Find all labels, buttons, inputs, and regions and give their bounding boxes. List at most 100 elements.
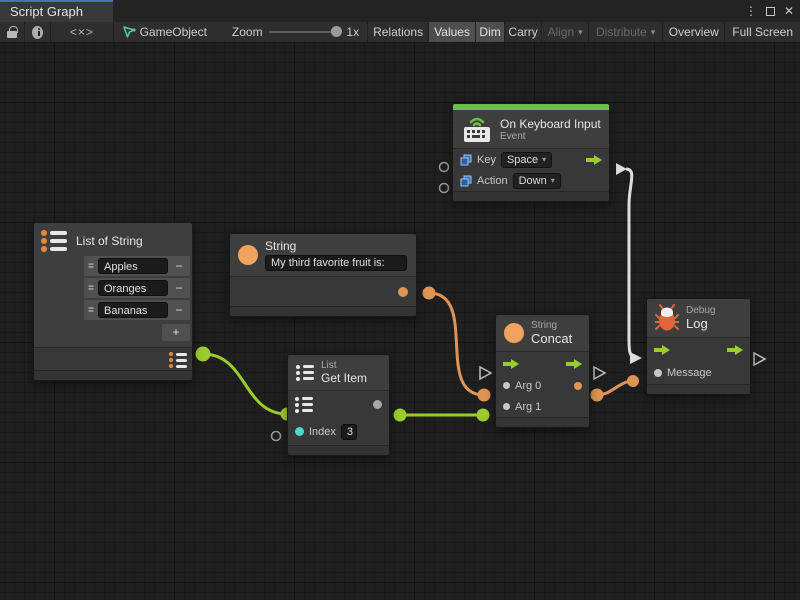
- remove-item-button[interactable]: −: [168, 259, 190, 273]
- node-header: Debug Log: [647, 299, 750, 337]
- list-item-field[interactable]: Oranges: [98, 280, 168, 296]
- relations-label: Relations: [373, 25, 423, 39]
- message-input-port[interactable]: [654, 369, 662, 377]
- node-concat[interactable]: String Concat Arg 0: [495, 314, 590, 428]
- tab-script-graph[interactable]: Script Graph: [0, 0, 113, 22]
- list-input-port[interactable]: [295, 397, 313, 413]
- overview-label: Overview: [669, 25, 719, 39]
- wire-keyboard-to-log[interactable]: [626, 169, 637, 358]
- flow-arrowhead: [616, 163, 627, 175]
- close-icon[interactable]: ✕: [784, 0, 794, 22]
- remove-item-button[interactable]: −: [168, 303, 190, 317]
- list-item-field[interactable]: Apples: [98, 258, 168, 274]
- node-ports: Key Space ▾ Action: [453, 148, 609, 191]
- list-output-port[interactable]: [169, 352, 187, 368]
- index-value-field[interactable]: 3: [341, 424, 357, 440]
- code-view-button[interactable]: <×>: [51, 22, 113, 42]
- node-string-literal[interactable]: String My third favorite fruit is:: [229, 233, 417, 317]
- arg0-input-port[interactable]: [503, 382, 510, 389]
- unconnected-flow-log-out[interactable]: [754, 353, 765, 365]
- flow-output-arrow-icon[interactable]: [566, 359, 582, 369]
- key-dropdown[interactable]: Space ▾: [501, 152, 552, 168]
- unconnected-port-action[interactable]: [440, 184, 449, 193]
- flow-output-arrow-icon[interactable]: [727, 345, 743, 355]
- node-subtitle: Event: [500, 131, 601, 142]
- fullscreen-button[interactable]: Full Screen: [725, 22, 800, 42]
- dropdown-arrow-icon: ▾: [651, 27, 656, 38]
- port-row-message: Message: [647, 361, 750, 384]
- flow-input-arrow-icon[interactable]: [654, 345, 670, 355]
- port-row-flow: [647, 338, 750, 361]
- string-output-port[interactable]: [398, 287, 408, 297]
- zoom-slider[interactable]: [269, 31, 341, 33]
- list-icon: [296, 365, 314, 381]
- info-button[interactable]: [25, 22, 51, 42]
- node-debug-log[interactable]: Debug Log Message: [646, 298, 751, 395]
- list-item: = Apples −: [84, 256, 190, 276]
- drag-handle-icon[interactable]: =: [84, 283, 98, 294]
- overview-button[interactable]: Overview: [663, 22, 725, 42]
- zoom-control: Zoom 1x: [228, 22, 368, 42]
- relations-button[interactable]: Relations: [368, 22, 429, 42]
- node-ports: Message: [647, 337, 750, 384]
- keycode-type-icon: [460, 154, 472, 166]
- wire-list-to-getitem[interactable]: [203, 354, 287, 414]
- carry-label: Carry: [508, 25, 537, 39]
- item-output-port[interactable]: [373, 400, 382, 409]
- drag-handle-icon[interactable]: =: [84, 261, 98, 272]
- values-button[interactable]: Values: [429, 22, 476, 42]
- action-dropdown-value: Down: [519, 175, 547, 187]
- align-label: Align: [547, 25, 574, 39]
- node-footer: [453, 191, 609, 201]
- index-input-port[interactable]: [295, 427, 304, 436]
- remove-item-button[interactable]: −: [168, 281, 190, 295]
- keyboard-icon: [461, 114, 493, 144]
- lock-button[interactable]: [0, 22, 25, 42]
- node-get-item[interactable]: List Get Item Index 3: [287, 354, 390, 456]
- gameobject-selector[interactable]: GameObject: [114, 22, 228, 42]
- distribute-button[interactable]: Distribute▾: [589, 22, 663, 42]
- node-category: Debug: [686, 305, 715, 316]
- list-item-field[interactable]: Bananas: [98, 302, 168, 318]
- port-row-arg0: Arg 0: [496, 375, 589, 396]
- key-dropdown-value: Space: [507, 154, 538, 166]
- wire-string-to-concat[interactable]: [429, 293, 484, 395]
- bug-icon: [655, 304, 679, 332]
- node-list-of-string[interactable]: List of String = Apples − = Oranges − =: [33, 222, 193, 381]
- index-port-label: Index: [309, 426, 336, 438]
- window-controls: ⋮ ✕: [745, 0, 794, 22]
- node-title: List of String: [76, 234, 143, 248]
- menu-icon[interactable]: ⋮: [745, 0, 757, 22]
- lock-icon: [7, 31, 17, 38]
- result-output-port[interactable]: [574, 382, 582, 390]
- string-value-field[interactable]: My third favorite fruit is:: [265, 255, 407, 271]
- maximize-icon[interactable]: [766, 7, 775, 16]
- drag-handle-icon[interactable]: =: [84, 305, 98, 316]
- port-row-action: Action Down ▾: [453, 170, 609, 191]
- node-header: On Keyboard Input Event: [453, 110, 609, 148]
- carry-button[interactable]: Carry: [505, 22, 542, 42]
- add-item-button[interactable]: +: [162, 324, 190, 341]
- node-title: String: [265, 239, 407, 253]
- flow-arrowhead: [630, 352, 642, 364]
- unconnected-flow-concat-out[interactable]: [594, 367, 605, 379]
- node-header: String My third favorite fruit is:: [230, 234, 416, 276]
- action-dropdown[interactable]: Down ▾: [513, 173, 561, 189]
- gameobject-label: GameObject: [140, 25, 207, 39]
- unconnected-port-key[interactable]: [440, 163, 449, 172]
- graph-canvas[interactable]: On Keyboard Input Event Key Space ▾: [0, 43, 800, 600]
- node-on-keyboard-input[interactable]: On Keyboard Input Event Key Space ▾: [452, 103, 610, 202]
- title-bar: Script Graph ⋮ ✕: [0, 0, 800, 22]
- node-footer: [496, 417, 589, 427]
- wire-endpoint: [394, 409, 407, 422]
- unconnected-port-index[interactable]: [272, 432, 281, 441]
- keycode-type-icon: [460, 175, 472, 187]
- unconnected-flow-concat-in[interactable]: [480, 367, 491, 379]
- dim-button[interactable]: Dim: [476, 22, 505, 42]
- flow-output-arrow-icon[interactable]: [586, 155, 602, 165]
- flow-input-arrow-icon[interactable]: [503, 359, 519, 369]
- arg1-input-port[interactable]: [503, 403, 510, 410]
- dropdown-arrow-icon: ▾: [578, 27, 583, 38]
- zoom-slider-knob[interactable]: [331, 26, 342, 37]
- align-button[interactable]: Align ▾: [542, 22, 589, 42]
